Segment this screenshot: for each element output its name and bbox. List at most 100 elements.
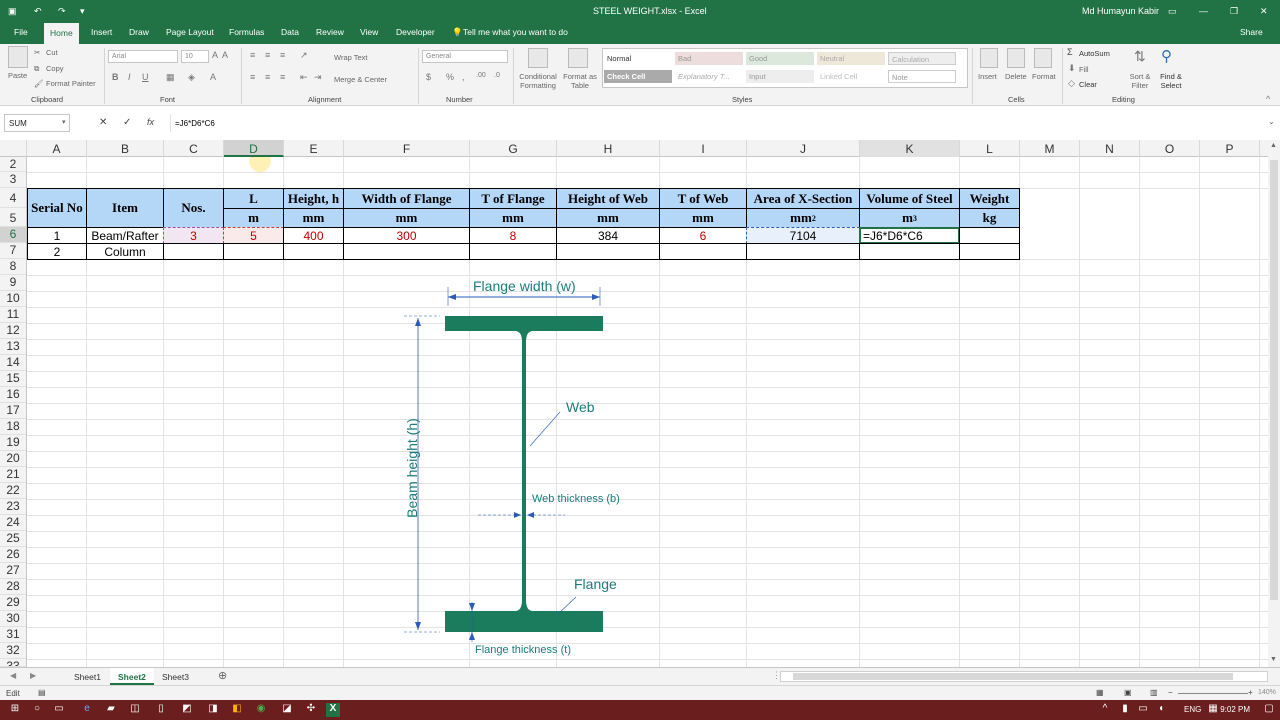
row-header[interactable]: 23 [0,499,26,515]
worksheet-grid[interactable]: Serial No Item Nos. L Height, h Width of… [27,157,1268,667]
formula-input[interactable]: =J6*D6*C6 [170,114,1270,132]
clear-icon[interactable]: ◇ [1068,78,1075,89]
sheet-tab-sheet2[interactable]: Sheet2 [110,668,154,685]
header-length[interactable]: L [223,188,284,209]
header-height[interactable]: Height, h [283,188,344,209]
format-painter-icon[interactable]: 🖌 [34,79,44,88]
copy-button[interactable]: Copy [46,64,64,73]
percent-icon[interactable]: % [446,72,454,82]
underline-icon[interactable]: U [142,72,149,82]
tab-developer[interactable]: Developer [396,27,435,37]
header-web-height[interactable]: Height of Web [556,188,660,209]
style-neutral[interactable]: Neutral [817,52,885,65]
row-header[interactable]: 25 [0,531,26,547]
style-input[interactable]: Input [746,70,814,83]
header-item[interactable]: Item [86,188,164,228]
column-header-m[interactable]: M [1020,140,1080,157]
unit-flange-thickness[interactable]: mm [469,208,557,228]
name-box-dropdown-icon[interactable]: ▾ [62,118,66,126]
header-weight[interactable]: Weight [959,188,1020,209]
column-header-f[interactable]: F [344,140,470,157]
file-explorer-icon[interactable]: ▰ [104,703,118,717]
font-name-select[interactable]: Arial [108,50,178,63]
paste-button[interactable]: Paste [8,71,27,80]
shrink-font-icon[interactable]: A [222,50,228,60]
redo-icon[interactable]: ↷ [58,6,66,17]
cell-i6[interactable]: 6 [659,227,747,244]
tab-data[interactable]: Data [281,27,299,37]
column-header-e[interactable]: E [284,140,344,157]
sort-filter-button[interactable]: Sort & Filter [1126,72,1154,90]
zoom-out-icon[interactable]: − [1168,688,1173,697]
insert-cells-button[interactable]: Insert [978,72,997,81]
number-format-select[interactable]: General [422,50,508,63]
powerpoint-icon[interactable]: ◧ [230,703,244,717]
row-header[interactable]: 28 [0,579,26,595]
row-header[interactable]: 9 [0,275,26,291]
format-cells-icon[interactable] [1034,48,1052,68]
merge-center-button[interactable]: Merge & Center [334,75,387,84]
row-header[interactable]: 3 [0,172,26,188]
comma-icon[interactable]: , [462,72,465,82]
row-header[interactable]: 32 [0,643,26,659]
chrome-icon[interactable]: ◉ [254,703,268,717]
row-header[interactable]: 21 [0,467,26,483]
select-all-corner[interactable] [0,140,27,157]
wrap-text-button[interactable]: Wrap Text [334,53,368,62]
battery-icon[interactable]: ▭ [1136,703,1150,717]
ribbon-options-icon[interactable]: ▭ [1168,6,1177,17]
fill-icon[interactable]: ⬇ [1068,63,1076,74]
normal-view-icon[interactable]: ▦ [1096,688,1104,697]
cell-k7[interactable] [859,243,960,260]
page-break-view-icon[interactable]: ▥ [1150,688,1158,697]
next-sheet-icon[interactable]: ▶ [30,671,36,680]
horizontal-scrollbar[interactable] [780,671,1268,682]
row-header[interactable]: 33 [0,659,26,667]
format-as-table-button[interactable]: Format as Table [562,72,598,90]
cell-b7[interactable]: Column [86,243,164,260]
unit-web-thickness[interactable]: mm [659,208,747,228]
row-header[interactable]: 8 [0,259,26,275]
app-icon[interactable]: ◩ [180,703,194,717]
cell-i7[interactable] [659,243,747,260]
header-web-thickness[interactable]: T of Web [659,188,747,209]
windows-start-icon[interactable]: ⊞ [8,703,22,717]
column-header-k[interactable]: K [860,140,960,157]
tray-arrow-icon[interactable]: ^ [1098,703,1112,717]
row-header[interactable]: 6 [0,227,26,243]
borders-icon[interactable]: ▦ [166,72,175,83]
paste-icon[interactable] [8,46,28,68]
row-header[interactable]: 11 [0,307,26,323]
sort-filter-icon[interactable]: ⇅ [1134,48,1146,65]
cell-b6[interactable]: Beam/Rafter [86,227,164,244]
column-header-g[interactable]: G [470,140,557,157]
notifications-icon[interactable]: ▢ [1262,703,1276,717]
share-button[interactable]: Share [1240,27,1263,37]
cell-g7[interactable] [469,243,557,260]
page-layout-view-icon[interactable]: ▣ [1124,688,1132,697]
cell-d6[interactable]: 5 [223,227,284,244]
style-explanatory[interactable]: Explanatory T... [675,70,743,83]
vertical-scrollbar[interactable]: ▲ ▼ [1268,140,1280,667]
align-center-icon[interactable]: ≡ [265,72,270,82]
column-header-i[interactable]: I [660,140,747,157]
expand-formula-icon[interactable]: ⌄ [1268,117,1275,126]
row-header[interactable]: 4 [0,188,26,208]
align-bottom-icon[interactable]: ≡ [280,50,285,60]
store-icon[interactable]: ◫ [128,703,142,717]
currency-icon[interactable]: $ [426,72,431,82]
insert-function-icon[interactable]: fx [147,117,154,127]
cell-j6[interactable]: 7104 [746,227,860,244]
bold-icon[interactable]: B [112,72,119,82]
prev-sheet-icon[interactable]: ◀ [10,671,16,680]
cell-l6[interactable] [959,227,1020,244]
row-header[interactable]: 12 [0,323,26,339]
unit-area[interactable]: mm 2 [746,208,860,228]
row-header[interactable]: 24 [0,515,26,531]
taskbar-clock[interactable]: 9:02 PM [1208,705,1250,714]
unit-weight[interactable]: kg [959,208,1020,228]
column-header-b[interactable]: B [87,140,164,157]
pdf-icon[interactable]: ◨ [206,703,220,717]
align-left-icon[interactable]: ≡ [250,72,255,82]
header-nos[interactable]: Nos. [163,188,224,228]
